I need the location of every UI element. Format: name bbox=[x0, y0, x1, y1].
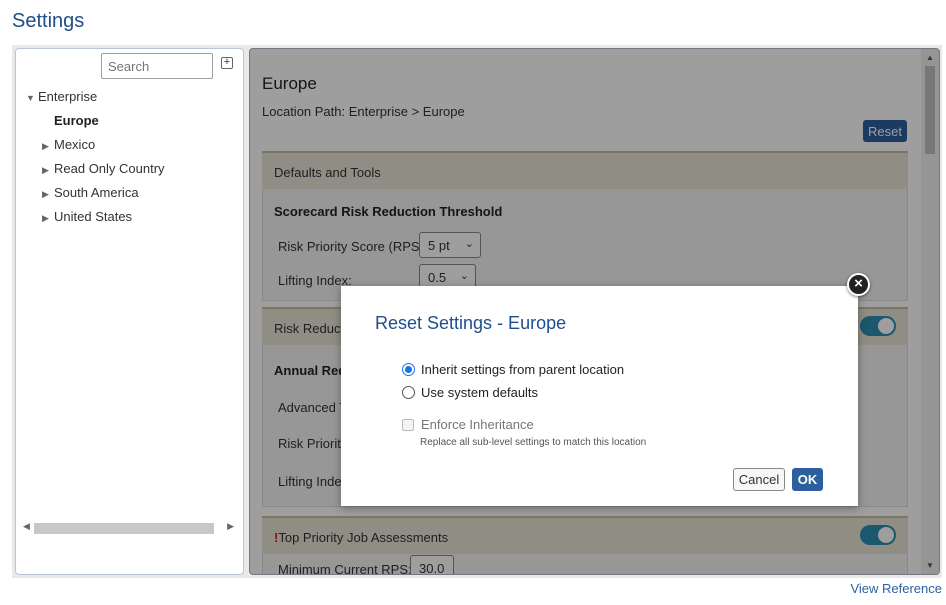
inherit-option[interactable]: Inherit settings from parent location bbox=[402, 362, 624, 377]
enforce-inheritance-checkbox bbox=[402, 418, 414, 431]
scrollbar-thumb[interactable] bbox=[34, 523, 214, 534]
close-circle-icon[interactable]: × bbox=[847, 273, 870, 296]
system-defaults-radio[interactable] bbox=[402, 386, 415, 399]
tree-item-mexico[interactable]: ▶ Mexico bbox=[42, 137, 95, 152]
enforce-inheritance-option: Enforce Inheritance bbox=[402, 417, 534, 432]
view-reference-link[interactable]: View Reference bbox=[850, 581, 942, 596]
caret-right-icon[interactable]: ▶ bbox=[42, 141, 54, 152]
tree-item-europe[interactable]: Europe bbox=[42, 113, 99, 128]
tree-horizontal-scrollbar[interactable]: ◀ ▶ bbox=[20, 520, 239, 536]
tree-item-united-states[interactable]: ▶ United States bbox=[42, 209, 132, 224]
cancel-button[interactable]: Cancel bbox=[733, 468, 785, 491]
enforce-inheritance-help: Replace all sub-level settings to match … bbox=[420, 437, 647, 448]
tree-item-read-only-country[interactable]: ▶ Read Only Country bbox=[42, 161, 165, 176]
reset-settings-dialog: Reset Settings - Europe Inherit settings… bbox=[341, 286, 858, 506]
page-title: Settings bbox=[12, 10, 85, 32]
caret-right-icon[interactable]: ▶ bbox=[42, 213, 54, 224]
ok-button[interactable]: OK bbox=[792, 468, 823, 491]
caret-right-icon[interactable]: ▶ bbox=[42, 189, 54, 200]
caret-down-icon[interactable]: ▼ bbox=[26, 93, 38, 103]
scroll-left-icon[interactable]: ◀ bbox=[23, 521, 30, 532]
tree-item-enterprise[interactable]: ▼ Enterprise bbox=[26, 89, 97, 104]
caret-right-icon[interactable]: ▶ bbox=[42, 165, 54, 176]
system-defaults-option[interactable]: Use system defaults bbox=[402, 385, 538, 400]
scroll-right-icon[interactable]: ▶ bbox=[227, 521, 234, 532]
tree-search-input[interactable] bbox=[101, 53, 213, 79]
plus-square-icon[interactable]: + bbox=[221, 57, 233, 69]
tree-item-south-america[interactable]: ▶ South America bbox=[42, 185, 139, 200]
dialog-title: Reset Settings - Europe bbox=[375, 313, 567, 333]
location-tree-pane: + ▼Enterprise Europe ▶Mexico ▶Read Only … bbox=[15, 48, 244, 575]
inherit-radio[interactable] bbox=[402, 363, 415, 376]
